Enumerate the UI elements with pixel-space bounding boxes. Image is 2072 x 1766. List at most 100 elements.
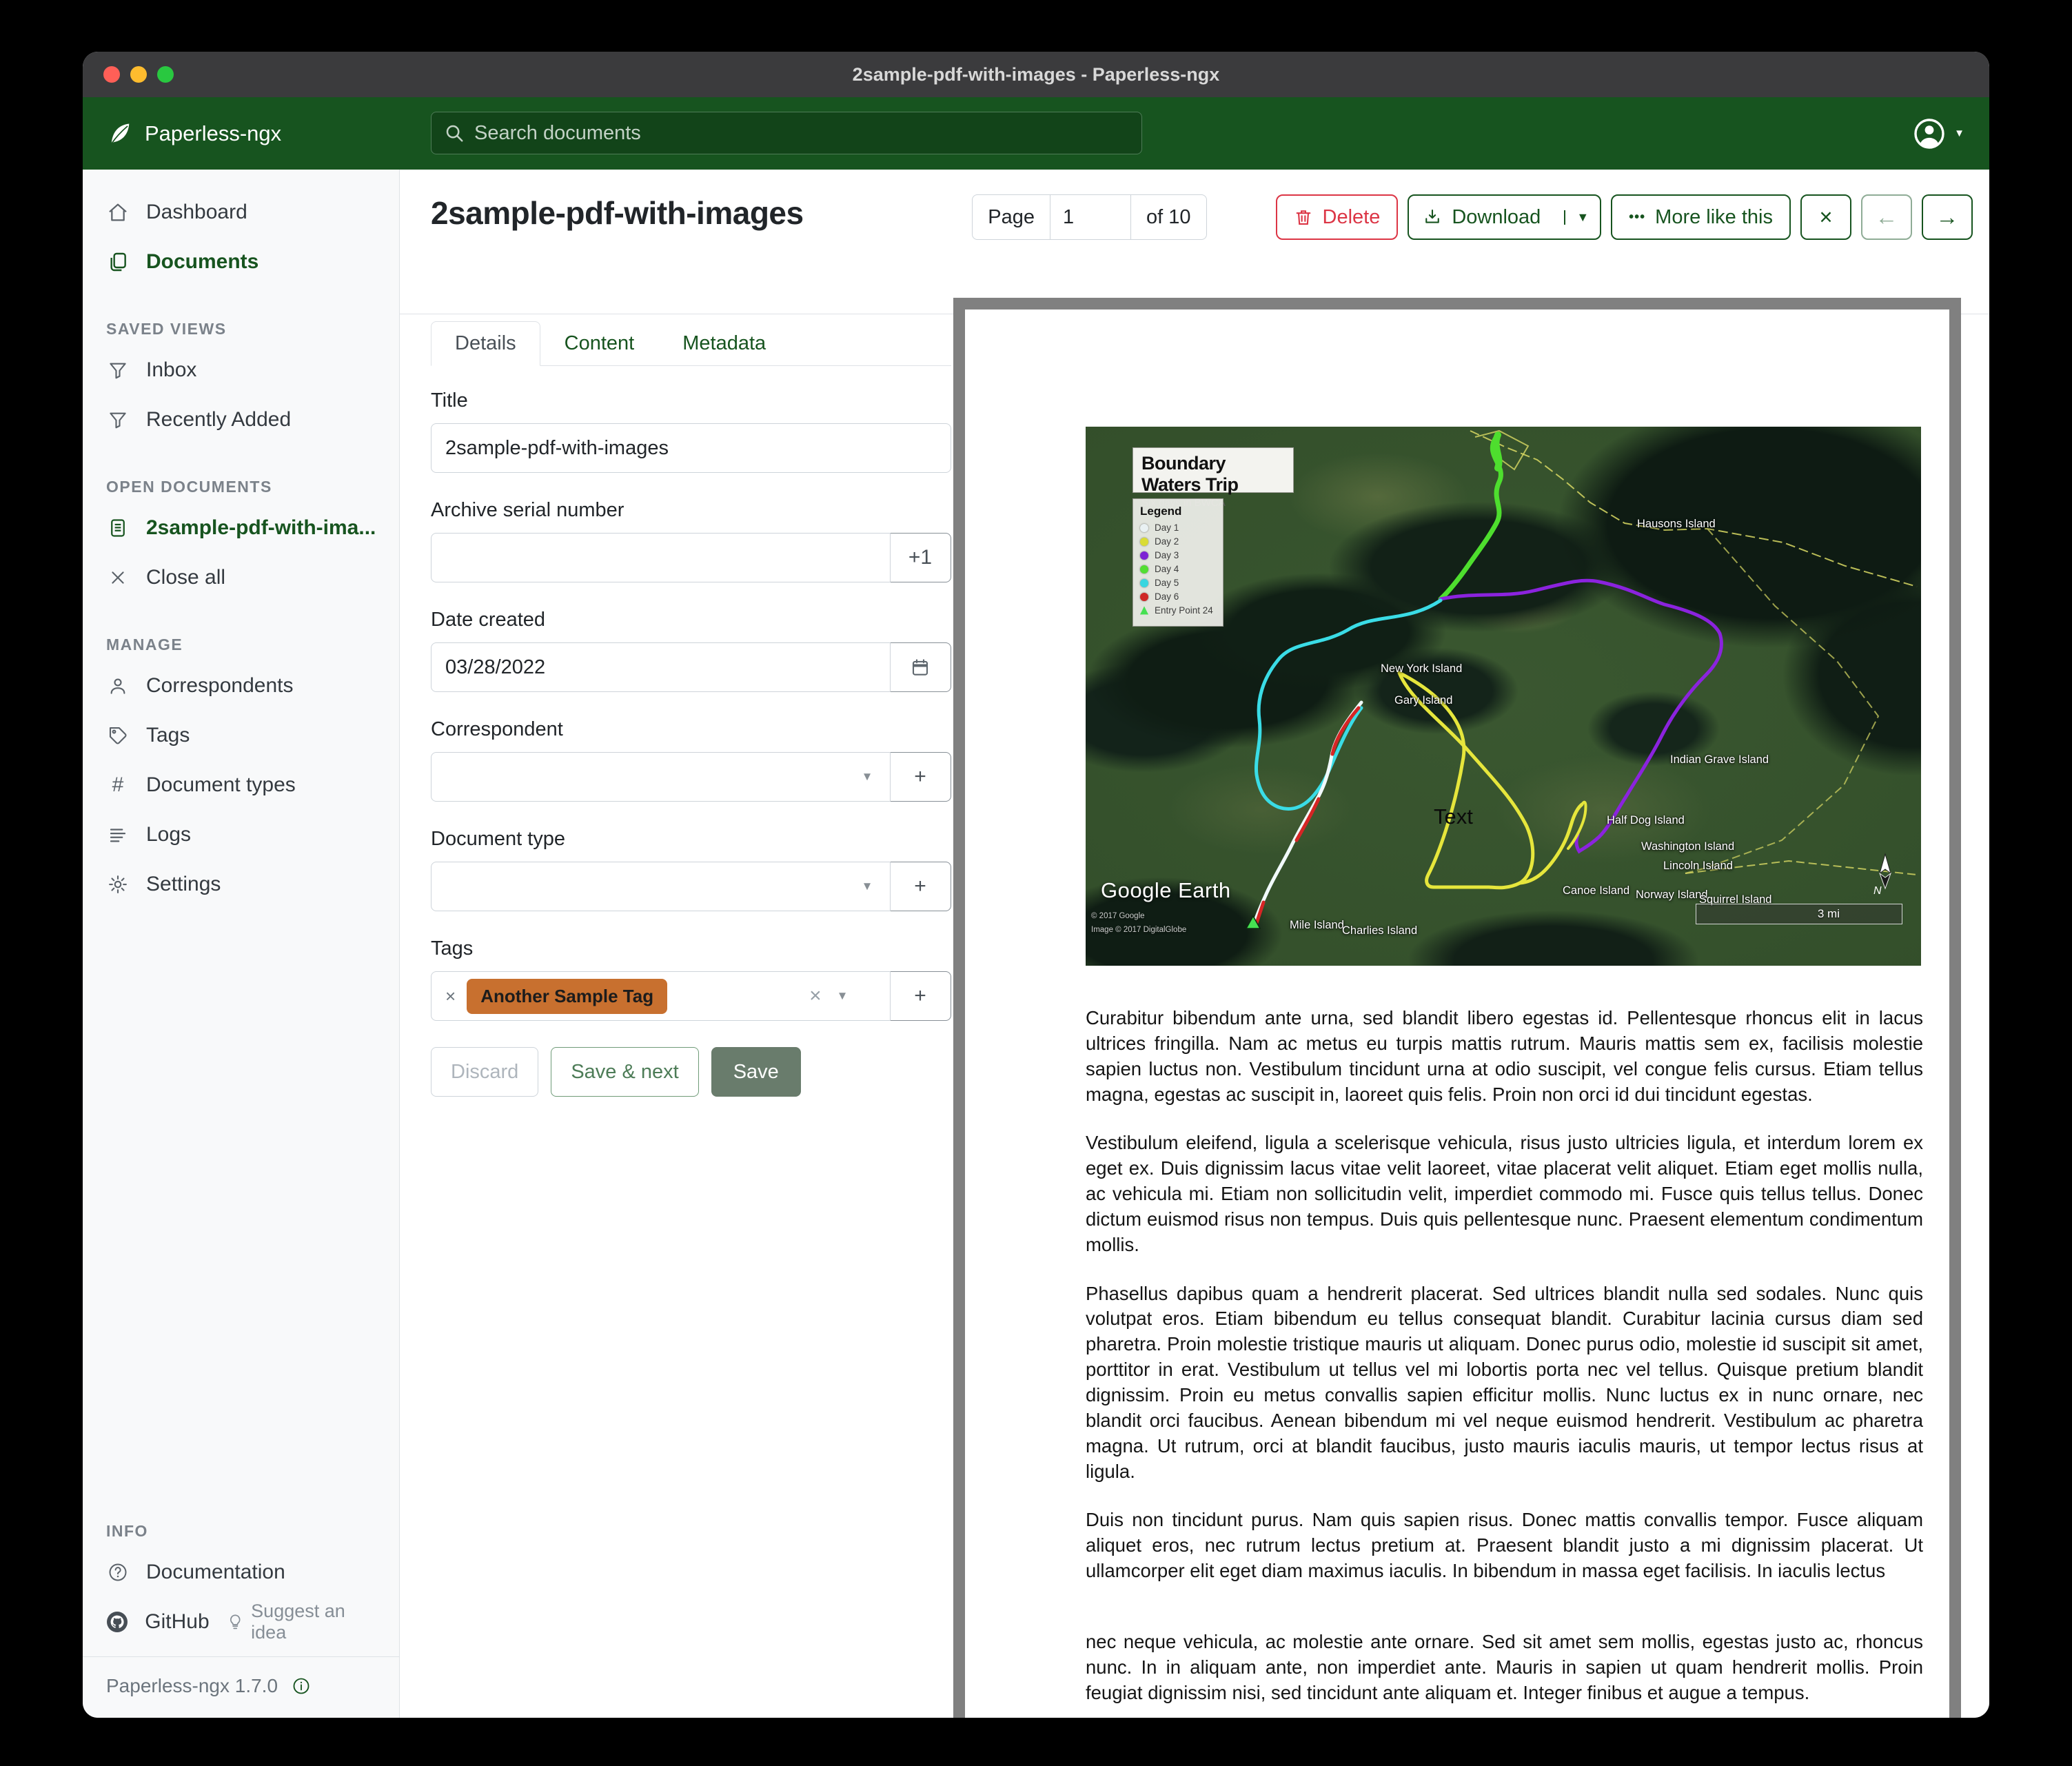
delete-button[interactable]: Delete [1276, 194, 1399, 240]
sidebar-item-tags[interactable]: Tags [83, 711, 399, 760]
macos-titlebar: 2sample-pdf-with-images - Paperless-ngx [83, 52, 1989, 97]
app-brand[interactable]: Paperless-ngx [106, 97, 281, 170]
save-button[interactable]: Save [711, 1047, 801, 1097]
caret-down-icon: ▼ [1576, 210, 1589, 225]
sidebar-bottom: INFO Documentation GitHub Suggest an ide… [83, 1489, 399, 1718]
document-paragraph: Vestibulum eleifend, ligula a scelerisqu… [1086, 1130, 1923, 1257]
list-lines-icon [106, 824, 130, 845]
add-tag-button[interactable]: + [889, 971, 951, 1021]
correspondent-label: Correspondent [431, 718, 951, 741]
legend-swatch [1140, 538, 1148, 546]
close-document-button[interactable]: × [1800, 194, 1851, 240]
tags-group: × Another Sample Tag × ▼ + [431, 971, 951, 1021]
lightbulb-icon [226, 1612, 245, 1632]
sidebar-item-settings[interactable]: Settings [83, 860, 399, 909]
previous-document-button[interactable]: ← [1861, 194, 1912, 240]
sidebar-item-document-types[interactable]: # Document types [83, 760, 399, 810]
map-scale-bar: 3 mi [1696, 904, 1902, 924]
more-like-this-label: More like this [1655, 206, 1773, 229]
gear-icon [106, 874, 130, 895]
asn-plus-one-button[interactable]: +1 [889, 533, 951, 582]
clear-tags-icon[interactable]: × [809, 984, 822, 1008]
tab-details[interactable]: Details [431, 321, 540, 366]
sidebar-item-dashboard[interactable]: Dashboard [83, 187, 399, 237]
map-credit-line: Image © 2017 DigitalGlobe [1091, 923, 1186, 937]
title-field[interactable] [431, 423, 951, 473]
sidebar-item-github[interactable]: GitHub Suggest an idea [83, 1597, 399, 1647]
sidebar-item-label: Close all [146, 566, 225, 589]
document-header: 2sample-pdf-with-images Page of 10 Delet… [400, 170, 1989, 314]
sidebar-item-correspondents[interactable]: Correspondents [83, 661, 399, 711]
correspondent-group: ▼ + [431, 752, 951, 802]
add-correspondent-button[interactable]: + [889, 752, 951, 802]
next-document-button[interactable]: → [1922, 194, 1973, 240]
date-created-field[interactable]: 03/28/2022 [431, 642, 891, 692]
suggest-idea-label: Suggest an idea [251, 1601, 378, 1643]
more-like-this-button[interactable]: ••• More like this [1611, 194, 1791, 240]
legend-swatch [1140, 593, 1148, 601]
date-created-value: 03/28/2022 [445, 656, 545, 679]
page-number-input[interactable] [1050, 195, 1130, 239]
trash-icon [1294, 207, 1313, 227]
sidebar-item-documentation[interactable]: Documentation [83, 1547, 399, 1597]
leaf-logo-icon [106, 120, 134, 148]
island-label: Canoe Island [1563, 884, 1629, 897]
sidebar-item-label: Documents [146, 250, 258, 274]
date-created-label: Date created [431, 609, 951, 631]
sidebar-section-manage: MANAGE [83, 636, 399, 654]
document-text: Curabitur bibendum ante urna, sed blandi… [1086, 1006, 1923, 1718]
documents-icon [106, 251, 130, 273]
app-navbar: Paperless-ngx ▼ [83, 97, 1989, 170]
remove-tag-icon[interactable]: × [445, 986, 456, 1007]
caret-down-icon: ▼ [862, 770, 873, 784]
search-input[interactable] [474, 122, 1129, 145]
correspondent-select[interactable]: ▼ [431, 752, 891, 802]
app-version-label: Paperless-ngx 1.7.0 [106, 1675, 278, 1697]
island-label: New York Island [1381, 662, 1462, 676]
route-day4 [1441, 435, 1501, 599]
sidebar-item-logs[interactable]: Logs [83, 810, 399, 860]
legend-swatch [1140, 607, 1148, 615]
map-legend: Legend Day 1 Day 2 Day 3 Day 4 Day 5 Day… [1133, 498, 1223, 627]
sidebar: Dashboard Documents SAVED VIEWS Inbox Re [83, 170, 400, 1718]
island-label: Charlies Island [1342, 924, 1417, 937]
tag-pill[interactable]: Another Sample Tag [467, 979, 667, 1014]
suggest-idea-link[interactable]: Suggest an idea [226, 1601, 399, 1643]
save-next-button[interactable]: Save & next [551, 1047, 698, 1097]
sidebar-item-label: Recently Added [146, 408, 291, 432]
map-title-box: Boundary Waters Trip Six days in BWCA [1133, 447, 1294, 493]
island-label: Indian Grave Island [1670, 753, 1769, 767]
date-picker-button[interactable] [889, 642, 951, 692]
download-options-button[interactable]: ▼ [1564, 210, 1600, 225]
sidebar-item-close-all[interactable]: Close all [83, 553, 399, 602]
sidebar-item-open-document[interactable]: 2sample-pdf-with-ima... [83, 503, 399, 553]
legend-item: Day 2 [1140, 536, 1216, 547]
date-created-group: 03/28/2022 [431, 642, 951, 692]
document-type-select[interactable]: ▼ [431, 862, 891, 911]
download-button[interactable]: Download ▼ [1408, 194, 1601, 240]
legend-item: Day 1 [1140, 522, 1216, 533]
sidebar-item-documents[interactable]: Documents [83, 237, 399, 287]
sidebar-item-recently-added[interactable]: Recently Added [83, 395, 399, 445]
app-brand-label: Paperless-ngx [145, 121, 281, 146]
search-icon [444, 123, 465, 143]
island-label: Norway Island [1636, 889, 1708, 902]
route-day3 [1441, 580, 1721, 851]
sidebar-item-label: GitHub [145, 1610, 209, 1634]
sidebar-item-inbox[interactable]: Inbox [83, 345, 399, 395]
tab-content[interactable]: Content [540, 321, 659, 365]
discard-button[interactable]: Discard [431, 1047, 538, 1097]
global-search[interactable] [431, 112, 1142, 154]
screenshot-stage: 2sample-pdf-with-images - Paperless-ngx … [0, 0, 2072, 1766]
filter-icon [106, 360, 130, 380]
tags-select[interactable]: × Another Sample Tag × ▼ [431, 971, 891, 1021]
delete-label: Delete [1323, 206, 1381, 229]
sidebar-item-label: Logs [146, 823, 191, 846]
user-menu[interactable]: ▼ [1913, 97, 1964, 170]
document-paragraph: Curabitur bibendum ante urna, sed blandi… [1086, 1006, 1923, 1107]
pdf-preview[interactable]: Boundary Waters Trip Six days in BWCA Le… [953, 298, 1961, 1718]
info-icon[interactable] [292, 1676, 311, 1696]
add-document-type-button[interactable]: + [889, 862, 951, 911]
asn-field[interactable] [431, 533, 891, 582]
tab-metadata[interactable]: Metadata [658, 321, 790, 365]
